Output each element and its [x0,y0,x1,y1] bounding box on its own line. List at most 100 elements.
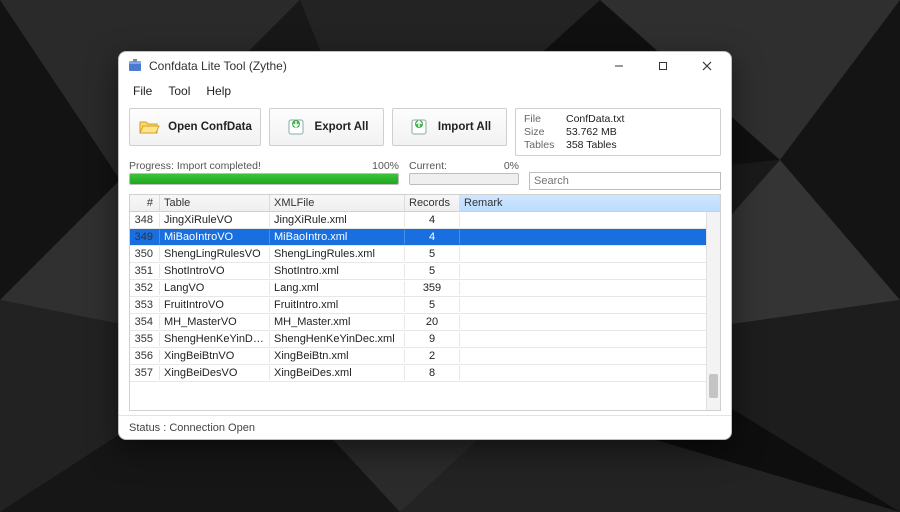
cell-table: ShengLingRulesVO [160,247,270,261]
close-button[interactable] [685,52,729,80]
cell-xml: ShotIntro.xml [270,264,405,278]
minimize-button[interactable] [597,52,641,80]
cell-remark [460,321,720,323]
cell-remark [460,270,720,272]
table-row[interactable]: 354MH_MasterVOMH_Master.xml20 [130,314,720,331]
export-all-button[interactable]: Export All [269,108,384,146]
cell-table: MiBaoIntroVO [160,230,270,244]
table-row[interactable]: 348JingXiRuleVOJingXiRule.xml4 [130,212,720,229]
current-pct: 0% [504,160,519,172]
table-row[interactable]: 355ShengHenKeYinDecVOShengHenKeYinDec.xm… [130,331,720,348]
app-icon [127,58,143,74]
current-label: Current: [409,160,447,172]
cell-num: 354 [130,315,160,329]
col-xml[interactable]: XMLFile [270,195,405,211]
current-progress-bar [409,173,519,185]
cell-records: 4 [405,213,460,227]
cell-num: 351 [130,264,160,278]
info-tables-value: 358 Tables [566,139,712,151]
menu-tool[interactable]: Tool [160,82,198,100]
data-table: # Table XMLFile Records Remark 348JingXi… [129,194,721,411]
info-size-value: 53.762 MB [566,126,712,138]
cell-records: 359 [405,281,460,295]
cell-num: 357 [130,366,160,380]
cell-xml: JingXiRule.xml [270,213,405,227]
cell-xml: FruitIntro.xml [270,298,405,312]
cell-table: FruitIntroVO [160,298,270,312]
cell-xml: MiBaoIntro.xml [270,230,405,244]
cell-num: 353 [130,298,160,312]
menu-file[interactable]: File [125,82,160,100]
cell-records: 5 [405,247,460,261]
info-file-value: ConfData.txt [566,113,712,125]
cell-xml: XingBeiDes.xml [270,366,405,380]
scrollbar-thumb[interactable] [709,374,718,398]
cell-records: 8 [405,366,460,380]
cell-remark [460,287,720,289]
cell-table: JingXiRuleVO [160,213,270,227]
cell-table: XingBeiDesVO [160,366,270,380]
search-input[interactable] [529,172,721,190]
import-icon [408,116,430,138]
cell-num: 356 [130,349,160,363]
col-num[interactable]: # [130,195,160,211]
status-text: Status : Connection Open [129,422,255,434]
cell-records: 4 [405,230,460,244]
cell-xml: ShengLingRules.xml [270,247,405,261]
window-title: Confdata Lite Tool (Zythe) [149,59,597,73]
cell-remark [460,219,720,221]
menu-bar: File Tool Help [119,80,731,102]
progress-pct: 100% [372,160,399,172]
cell-xml: Lang.xml [270,281,405,295]
menu-help[interactable]: Help [198,82,239,100]
toolbar: Open ConfData Export All Import All [119,102,731,160]
maximize-button[interactable] [641,52,685,80]
cell-num: 350 [130,247,160,261]
export-all-label: Export All [315,121,369,133]
cell-num: 352 [130,281,160,295]
cell-remark [460,304,720,306]
import-all-button[interactable]: Import All [392,108,507,146]
cell-remark [460,372,720,374]
export-icon [285,116,307,138]
table-row[interactable]: 357XingBeiDesVOXingBeiDes.xml8 [130,365,720,382]
open-confdata-button[interactable]: Open ConfData [129,108,261,146]
info-tables-key: Tables [524,139,566,151]
cell-num: 355 [130,332,160,346]
table-row[interactable]: 351ShotIntroVOShotIntro.xml5 [130,263,720,280]
file-info-panel: File ConfData.txt Size 53.762 MB Tables … [515,108,721,156]
cell-records: 9 [405,332,460,346]
cell-table: MH_MasterVO [160,315,270,329]
cell-remark [460,338,720,340]
import-all-label: Import All [438,121,491,133]
col-records[interactable]: Records [405,195,460,211]
cell-table: LangVO [160,281,270,295]
cell-records: 5 [405,264,460,278]
table-row[interactable]: 349MiBaoIntroVOMiBaoIntro.xml4 [130,229,720,246]
cell-xml: MH_Master.xml [270,315,405,329]
table-row[interactable]: 353FruitIntroVOFruitIntro.xml5 [130,297,720,314]
app-window: Confdata Lite Tool (Zythe) File Tool Hel… [118,51,732,440]
cell-records: 2 [405,349,460,363]
info-size-key: Size [524,126,566,138]
col-remark[interactable]: Remark [460,195,720,211]
progress-row: Progress: Import completed! 100% Current… [119,160,731,192]
vertical-scrollbar[interactable] [706,212,720,410]
table-row[interactable]: 350ShengLingRulesVOShengLingRules.xml5 [130,246,720,263]
cell-records: 5 [405,298,460,312]
cell-xml: ShengHenKeYinDec.xml [270,332,405,346]
cell-table: ShotIntroVO [160,264,270,278]
table-row[interactable]: 352LangVOLang.xml359 [130,280,720,297]
cell-remark [460,236,720,238]
titlebar[interactable]: Confdata Lite Tool (Zythe) [119,52,731,80]
col-table[interactable]: Table [160,195,270,211]
cell-num: 349 [130,230,160,244]
cell-records: 20 [405,315,460,329]
table-row[interactable]: 356XingBeiBtnVOXingBeiBtn.xml2 [130,348,720,365]
cell-remark [460,355,720,357]
cell-table: XingBeiBtnVO [160,349,270,363]
status-bar: Status : Connection Open [119,415,731,439]
open-confdata-label: Open ConfData [168,121,252,133]
progress-label: Progress: Import completed! [129,160,261,172]
folder-open-icon [138,116,160,138]
